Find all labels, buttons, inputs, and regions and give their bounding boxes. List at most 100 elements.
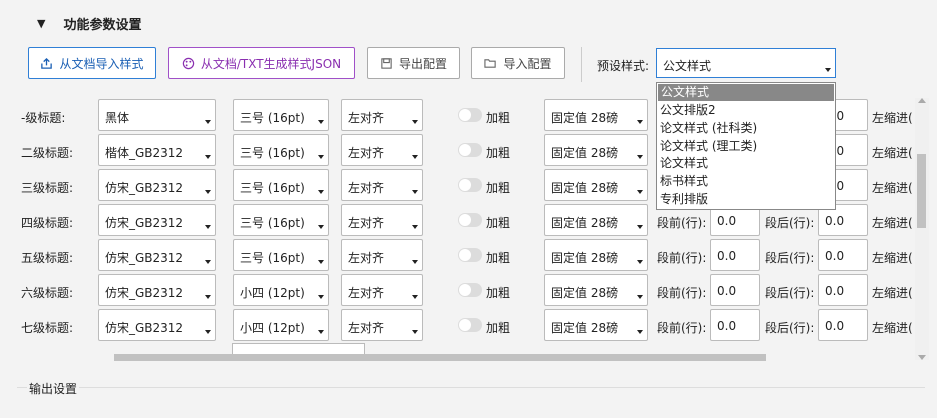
space-after-label: 段后(行): bbox=[765, 251, 815, 265]
import-config-button[interactable]: 导入配置 bbox=[471, 47, 565, 79]
preset-style-value: 公文样式 bbox=[663, 59, 712, 73]
space-after-input[interactable]: 0.0 bbox=[818, 309, 868, 341]
line-spacing-value: 固定值 28磅 bbox=[551, 181, 619, 195]
font-value: 仿宋_GB2312 bbox=[105, 216, 184, 230]
font-size-select[interactable]: 三号 (16pt) bbox=[233, 169, 329, 201]
space-before-input[interactable]: 0.0 bbox=[710, 309, 760, 341]
alignment-select[interactable]: 左对齐 bbox=[341, 99, 423, 131]
font-select[interactable]: 楷体_GB2312 bbox=[98, 134, 216, 166]
bold-toggle[interactable] bbox=[458, 108, 482, 122]
space-before-input[interactable]: 0.0 bbox=[710, 239, 760, 271]
export-config-button[interactable]: 导出配置 bbox=[367, 47, 460, 79]
space-after-input[interactable]: 0.0 bbox=[818, 239, 868, 271]
chevron-down-icon bbox=[825, 68, 831, 72]
space-after-input[interactable]: 0.0 bbox=[818, 274, 868, 306]
left-indent-label: 左缩进(字 bbox=[872, 251, 912, 265]
font-value: 黑体 bbox=[105, 111, 130, 125]
font-size-select[interactable]: 三号 (16pt) bbox=[233, 134, 329, 166]
bold-toggle[interactable] bbox=[458, 143, 482, 157]
space-after-label: 段后(行): bbox=[765, 321, 815, 335]
chevron-down-icon bbox=[205, 190, 211, 194]
import-from-doc-button[interactable]: 从文档导入样式 bbox=[28, 47, 156, 79]
preset-option[interactable]: 论文样式 (社科类) bbox=[657, 120, 835, 138]
alignment-select[interactable]: 左对齐 bbox=[341, 169, 423, 201]
preset-style-select[interactable]: 公文样式 bbox=[656, 48, 836, 78]
bold-toggle[interactable] bbox=[458, 178, 482, 192]
bold-label: 加粗 bbox=[486, 181, 511, 195]
line-spacing-select[interactable]: 固定值 28磅 bbox=[544, 99, 648, 131]
chevron-down-icon bbox=[412, 155, 418, 159]
line-spacing-select[interactable]: 固定值 28磅 bbox=[544, 169, 648, 201]
line-spacing-select[interactable]: 固定值 28磅 bbox=[544, 239, 648, 271]
alignment-select[interactable]: 左对齐 bbox=[341, 134, 423, 166]
scroll-down-icon[interactable] bbox=[918, 355, 926, 360]
chevron-down-icon bbox=[412, 225, 418, 229]
space-before-value: 0.0 bbox=[717, 284, 737, 298]
alignment-select[interactable]: 左对齐 bbox=[341, 239, 423, 271]
font-value: 仿宋_GB2312 bbox=[105, 286, 184, 300]
line-spacing-select[interactable]: 固定值 28磅 bbox=[544, 134, 648, 166]
line-spacing-select[interactable]: 固定值 28磅 bbox=[544, 204, 648, 236]
space-after-value: 0.0 bbox=[825, 249, 845, 263]
chevron-down-icon bbox=[318, 295, 324, 299]
chevron-down-icon bbox=[412, 120, 418, 124]
horizontal-scrollbar[interactable] bbox=[28, 351, 908, 363]
font-value: 仿宋_GB2312 bbox=[105, 181, 184, 195]
scroll-up-icon[interactable] bbox=[918, 98, 926, 103]
font-select[interactable]: 仿宋_GB2312 bbox=[98, 274, 216, 306]
font-size-select[interactable]: 三号 (16pt) bbox=[233, 204, 329, 236]
space-before-value: 0.0 bbox=[717, 249, 737, 263]
bold-label: 加粗 bbox=[486, 321, 511, 335]
section-header[interactable]: ▼ 功能参数设置 bbox=[37, 14, 141, 33]
preset-style-dropdown[interactable]: 公文样式 公文排版2 论文样式 (社科类) 论文样式 (理工类) 论文样式 标书样式 专利排… bbox=[656, 82, 836, 210]
space-before-label: 段前(行): bbox=[657, 321, 707, 335]
preset-option[interactable]: 专利排版 bbox=[657, 191, 835, 209]
alignment-select[interactable]: 左对齐 bbox=[341, 309, 423, 341]
font-size-select[interactable]: 小四 (12pt) bbox=[233, 274, 329, 306]
space-before-input[interactable]: 0.0 bbox=[710, 274, 760, 306]
alignment-value: 左对齐 bbox=[348, 181, 385, 195]
left-indent-label: 左缩进(字 bbox=[872, 216, 912, 230]
horizontal-scroll-thumb[interactable] bbox=[114, 354, 766, 361]
font-select[interactable]: 黑体 bbox=[98, 99, 216, 131]
chevron-down-icon bbox=[637, 260, 643, 264]
bold-toggle[interactable] bbox=[458, 213, 482, 227]
line-spacing-value: 固定值 28磅 bbox=[551, 321, 619, 335]
bold-toggle[interactable] bbox=[458, 283, 482, 297]
alignment-value: 左对齐 bbox=[348, 251, 385, 265]
font-size-select[interactable]: 小四 (12pt) bbox=[233, 309, 329, 341]
line-spacing-value: 固定值 28磅 bbox=[551, 286, 619, 300]
space-before-value: 0.0 bbox=[717, 319, 737, 333]
heading-style-row: 五级标题: 仿宋_GB2312 三号 (16pt) 左对齐 加粗 固定值 28磅… bbox=[0, 239, 915, 271]
space-after-value: 0.0 bbox=[825, 214, 845, 228]
alignment-select[interactable]: 左对齐 bbox=[341, 274, 423, 306]
font-select[interactable]: 仿宋_GB2312 bbox=[98, 239, 216, 271]
font-select[interactable]: 仿宋_GB2312 bbox=[98, 169, 216, 201]
alignment-select[interactable]: 左对齐 bbox=[341, 204, 423, 236]
chevron-down-icon bbox=[412, 295, 418, 299]
generate-style-json-button[interactable]: 从文档/TXT生成样式JSON bbox=[168, 47, 355, 79]
chevron-down-icon bbox=[318, 225, 324, 229]
collapse-toggle-icon[interactable]: ▼ bbox=[37, 17, 45, 30]
chevron-down-icon bbox=[637, 295, 643, 299]
preset-option[interactable]: 论文样式 (理工类) bbox=[657, 138, 835, 156]
preset-option[interactable]: 标书样式 bbox=[657, 173, 835, 191]
bold-label: 加粗 bbox=[486, 251, 511, 265]
font-size-select[interactable]: 三号 (16pt) bbox=[233, 99, 329, 131]
vertical-scrollbar[interactable] bbox=[915, 98, 929, 360]
preset-option[interactable]: 公文样式 bbox=[658, 84, 834, 101]
line-spacing-select[interactable]: 固定值 28磅 bbox=[544, 274, 648, 306]
font-select[interactable]: 仿宋_GB2312 bbox=[98, 309, 216, 341]
chevron-down-icon bbox=[205, 295, 211, 299]
chevron-down-icon bbox=[205, 260, 211, 264]
font-select[interactable]: 仿宋_GB2312 bbox=[98, 204, 216, 236]
alignment-value: 左对齐 bbox=[348, 321, 385, 335]
vertical-scroll-thumb[interactable] bbox=[917, 154, 926, 228]
chevron-down-icon bbox=[637, 225, 643, 229]
bold-toggle[interactable] bbox=[458, 318, 482, 332]
bold-toggle[interactable] bbox=[458, 248, 482, 262]
preset-option[interactable]: 论文样式 bbox=[657, 155, 835, 173]
line-spacing-select[interactable]: 固定值 28磅 bbox=[544, 309, 648, 341]
font-size-select[interactable]: 三号 (16pt) bbox=[233, 239, 329, 271]
preset-option[interactable]: 公文排版2 bbox=[657, 102, 835, 120]
